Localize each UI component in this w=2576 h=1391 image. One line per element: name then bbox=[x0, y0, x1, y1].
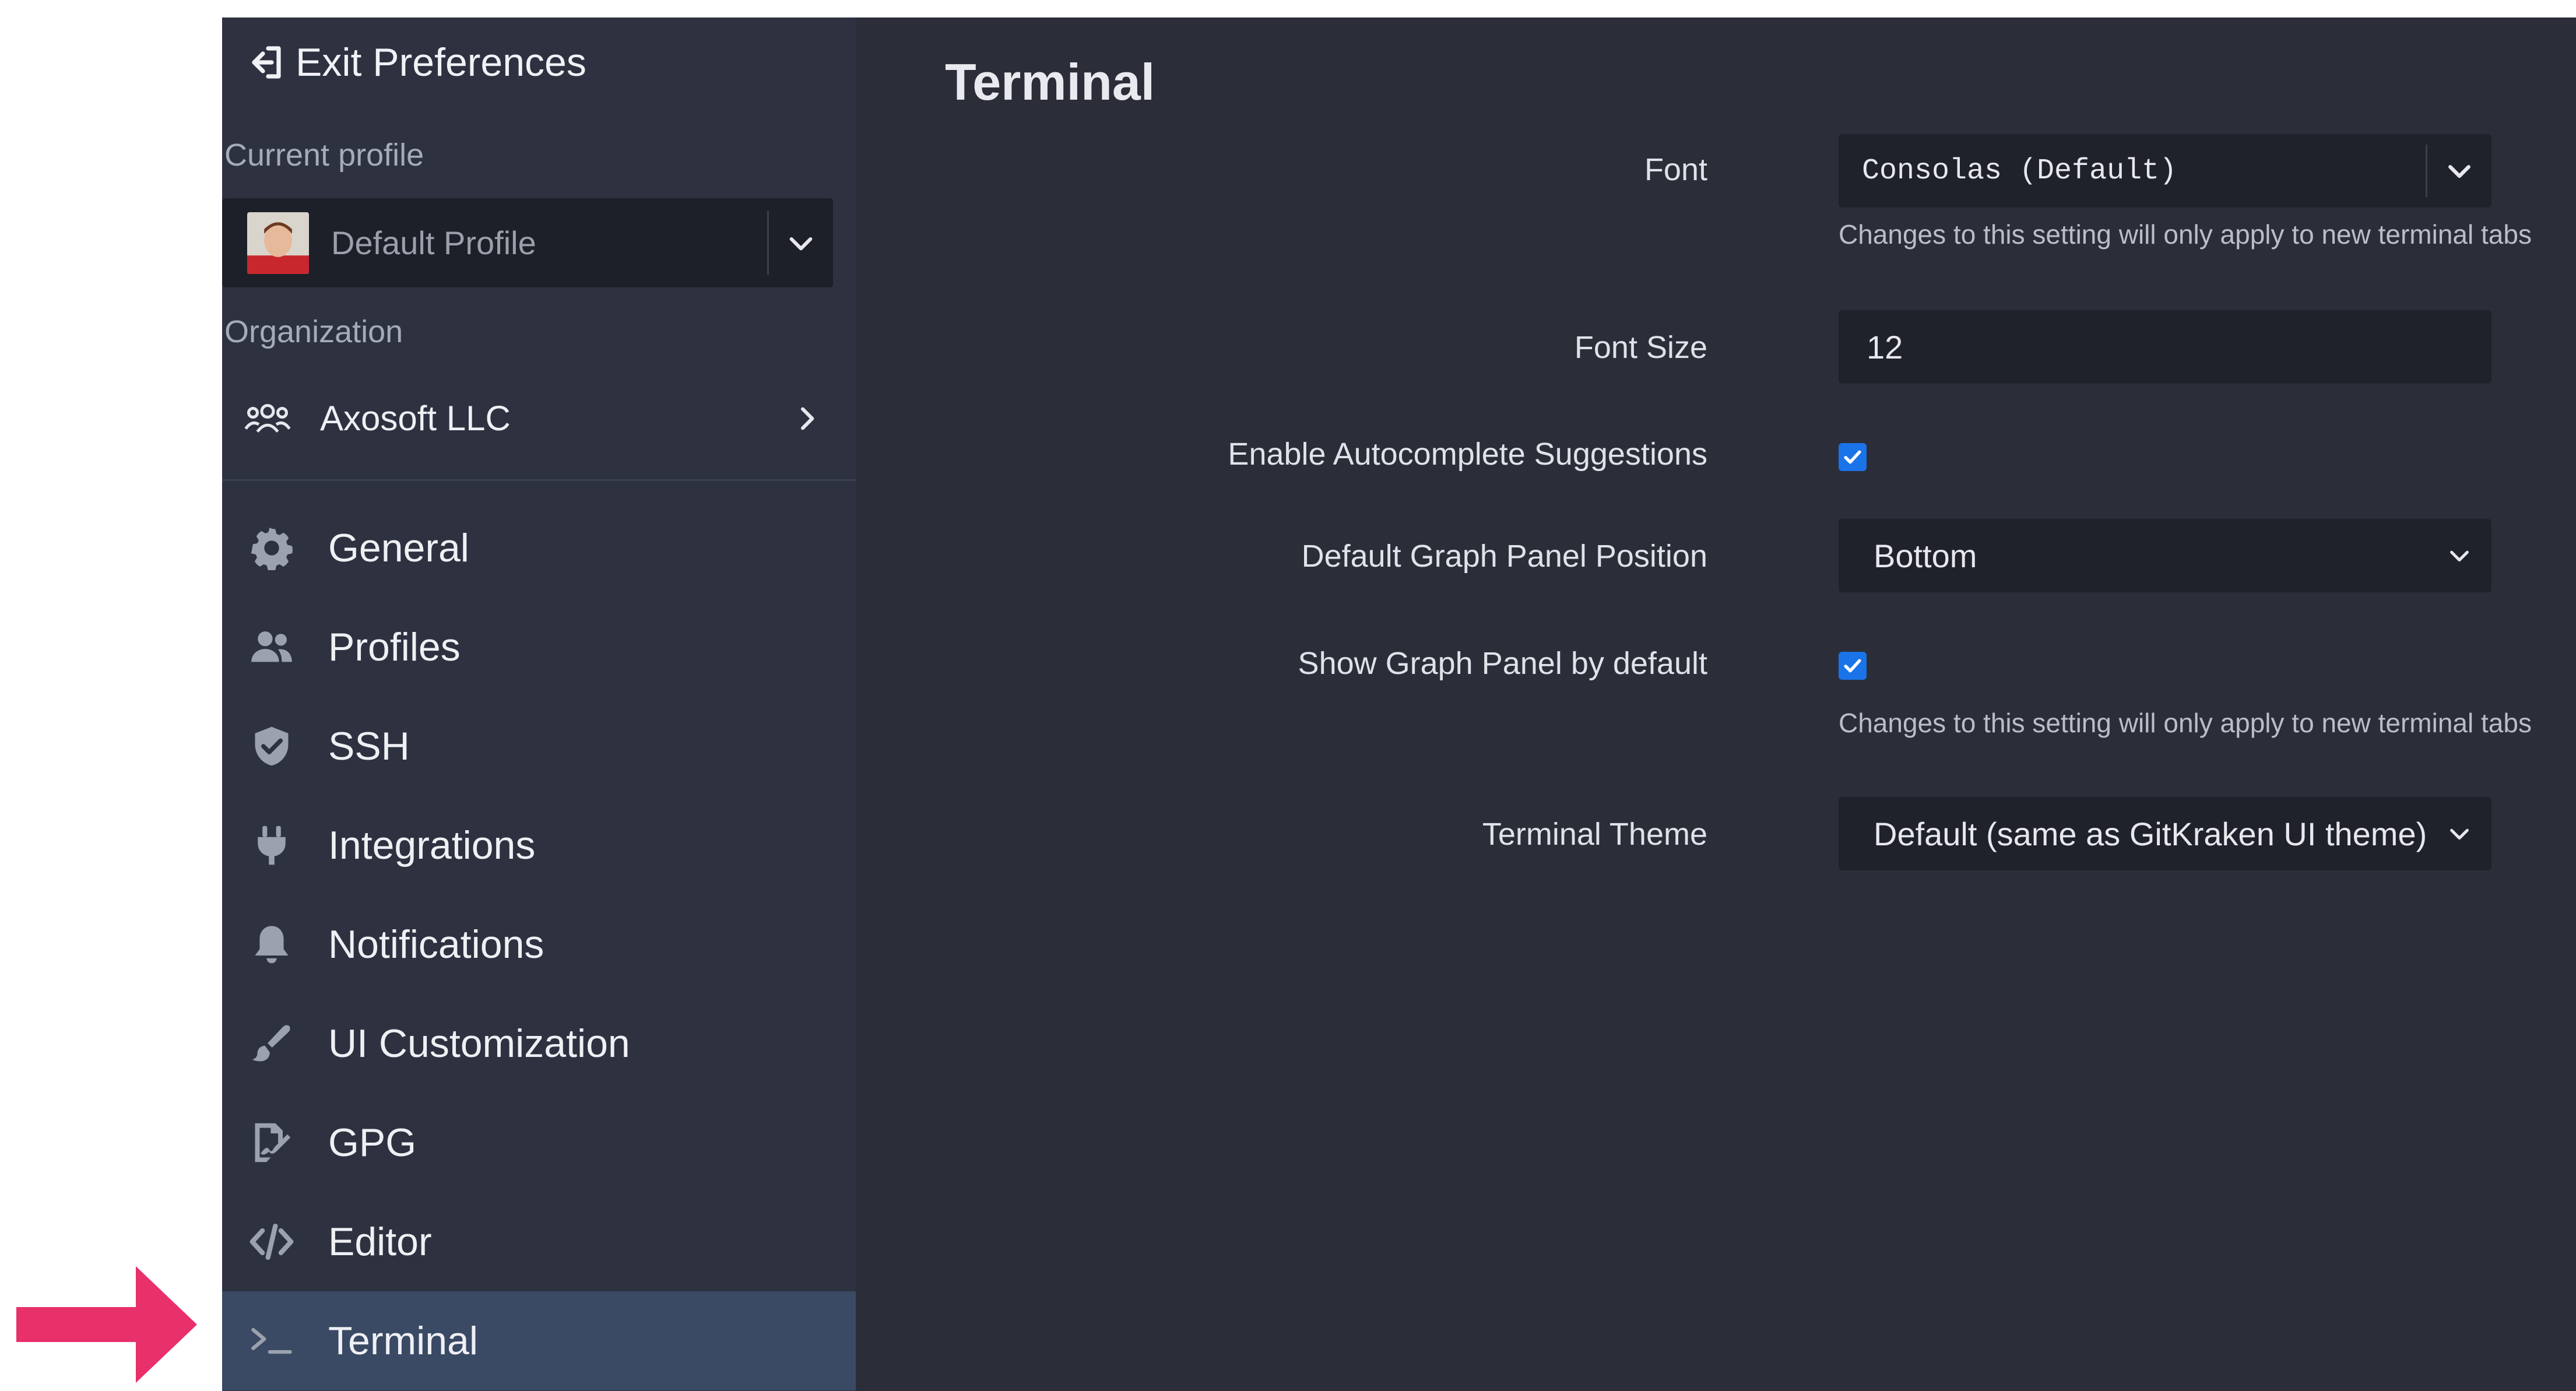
font-hint: Changes to this setting will only apply … bbox=[1839, 219, 2532, 250]
avatar bbox=[247, 212, 309, 274]
organization-name: Axosoft LLC bbox=[320, 399, 511, 438]
sidebar-item-label: Profiles bbox=[328, 625, 461, 669]
chevron-down-icon[interactable] bbox=[2427, 542, 2491, 569]
sidebar-item-editor[interactable]: Editor bbox=[222, 1192, 856, 1291]
sidebar-item-ssh[interactable]: SSH bbox=[222, 697, 856, 796]
font-size-input[interactable]: 12 bbox=[1839, 310, 2491, 384]
sidebar-item-label: UI Customization bbox=[328, 1021, 630, 1066]
font-select-value: Consolas (Default) bbox=[1862, 154, 2177, 188]
profile-name: Default Profile bbox=[331, 224, 536, 261]
sidebar-item-integrations[interactable]: Integrations bbox=[222, 796, 856, 895]
sidebar-item-label: General bbox=[328, 526, 469, 570]
checkmark-icon bbox=[1844, 450, 1861, 464]
graph-position-select[interactable]: Bottom bbox=[1839, 519, 2491, 592]
sidebar-item-notifications[interactable]: Notifications bbox=[222, 895, 856, 994]
exit-preferences-label: Exit Preferences bbox=[296, 40, 586, 85]
sidebar-item-label: Notifications bbox=[328, 922, 544, 967]
organization-selector[interactable]: Axosoft LLC bbox=[222, 391, 833, 446]
font-select[interactable]: Consolas (Default) bbox=[1839, 134, 2491, 208]
bell-icon bbox=[245, 918, 298, 971]
page-title: Terminal bbox=[945, 53, 1155, 111]
current-profile-label: Current profile bbox=[224, 138, 424, 173]
preferences-nav: General Profiles SSH Integrations Notifi… bbox=[222, 498, 856, 1390]
plug-icon bbox=[245, 819, 298, 872]
show-graph-checkbox[interactable] bbox=[1839, 652, 1867, 680]
chevron-down-icon[interactable] bbox=[2427, 820, 2491, 847]
chevron-down-icon[interactable] bbox=[2427, 155, 2491, 187]
sidebar-item-profiles[interactable]: Profiles bbox=[222, 598, 856, 697]
checkmark-icon bbox=[1844, 659, 1861, 673]
preferences-sidebar: Exit Preferences Current profile Default… bbox=[222, 17, 856, 1391]
exit-icon bbox=[252, 46, 281, 79]
terminal-theme-value: Default (same as GitKraken UI theme) bbox=[1874, 815, 2427, 852]
exit-preferences-button[interactable]: Exit Preferences bbox=[245, 40, 586, 85]
sidebar-item-terminal[interactable]: Terminal bbox=[222, 1291, 856, 1390]
chevron-right-icon bbox=[781, 402, 833, 435]
sidebar-item-gpg[interactable]: GPG bbox=[222, 1093, 856, 1192]
sidebar-item-label: Editor bbox=[328, 1220, 432, 1264]
signature-icon bbox=[245, 1116, 298, 1169]
font-size-label: Font Size bbox=[1574, 330, 1707, 365]
profile-select[interactable]: Default Profile bbox=[222, 198, 833, 287]
shield-icon bbox=[245, 720, 298, 772]
graph-position-value: Bottom bbox=[1874, 537, 1977, 574]
code-icon bbox=[245, 1216, 298, 1268]
font-label: Font bbox=[1644, 152, 1707, 187]
users-group-icon bbox=[244, 403, 291, 433]
sidebar-item-ui-customization[interactable]: UI Customization bbox=[222, 994, 856, 1093]
graph-position-label: Default Graph Panel Position bbox=[1301, 539, 1707, 574]
sidebar-item-general[interactable]: General bbox=[222, 498, 856, 598]
chevron-down-icon[interactable] bbox=[769, 227, 833, 259]
autocomplete-label: Enable Autocomplete Suggestions bbox=[1228, 437, 1707, 472]
callout-arrow-icon bbox=[16, 1266, 197, 1383]
sidebar-item-label: Terminal bbox=[328, 1319, 478, 1363]
terminal-theme-label: Terminal Theme bbox=[1482, 817, 1707, 852]
terminal-theme-select[interactable]: Default (same as GitKraken UI theme) bbox=[1839, 797, 2491, 870]
paintbrush-icon bbox=[245, 1017, 298, 1070]
organization-label: Organization bbox=[224, 314, 403, 349]
gear-icon bbox=[245, 522, 298, 574]
show-graph-label: Show Graph Panel by default bbox=[1298, 646, 1707, 681]
sidebar-item-label: GPG bbox=[328, 1120, 417, 1165]
sidebar-divider bbox=[222, 479, 856, 481]
terminal-icon bbox=[245, 1315, 298, 1367]
sidebar-item-label: SSH bbox=[328, 724, 410, 768]
users-icon bbox=[245, 621, 298, 673]
autocomplete-checkbox[interactable] bbox=[1839, 443, 1867, 471]
terminal-settings-panel: Terminal Font Consolas (Default) Changes… bbox=[856, 17, 2576, 1391]
font-size-value: 12 bbox=[1867, 328, 1903, 366]
sidebar-item-label: Integrations bbox=[328, 823, 536, 867]
show-graph-hint: Changes to this setting will only apply … bbox=[1839, 708, 2532, 738]
